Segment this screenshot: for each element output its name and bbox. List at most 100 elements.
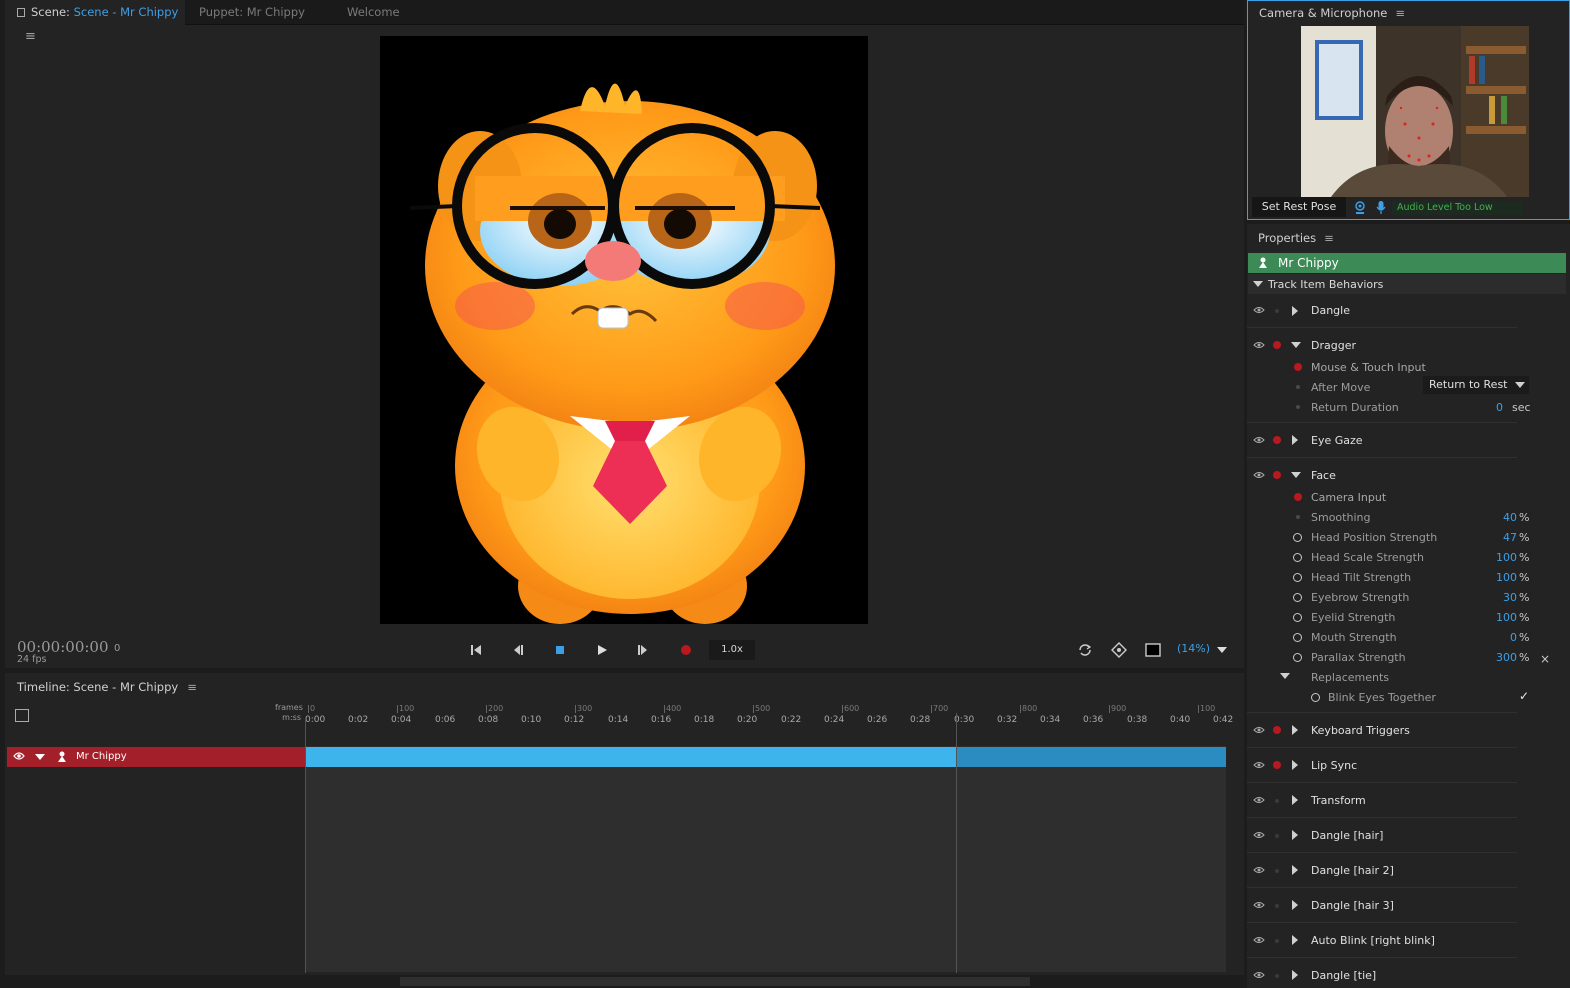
input-armed-icon[interactable] [1294,363,1302,371]
armed-record-icon[interactable] [1273,436,1281,444]
behavior-auto-blink[interactable]: Auto Blink [right blink] [1247,924,1517,958]
properties-menu-icon[interactable]: ≡ [1324,231,1334,245]
physics-icon[interactable] [1109,640,1129,660]
return-duration-value[interactable]: 0 [1473,401,1503,414]
param-value[interactable]: 47 [1487,531,1517,544]
arm-dot-icon[interactable] [1275,309,1279,313]
track-header[interactable]: Mr Chippy [7,747,305,767]
param-value[interactable]: 40 [1487,511,1517,524]
section-collapse-icon[interactable] [1253,281,1263,287]
step-back-icon[interactable] [508,640,528,660]
keyframe-ring-icon[interactable] [1293,593,1302,602]
behavior-dangle-hair[interactable]: Dangle [hair] [1247,819,1517,853]
play-icon[interactable] [592,640,612,660]
behavior-dangle-hair-3[interactable]: Dangle [hair 3] [1247,889,1517,923]
track-visibility-eye-icon[interactable] [13,751,25,764]
timeline-ruler[interactable]: 0 100 200 300 400 500 600 700 800 900 100 0:00 0:02 0… [305,703,1233,731]
frame-number[interactable]: 0 [114,643,120,654]
input-armed-icon[interactable] [1294,493,1302,501]
keyframe-ring-icon[interactable] [1293,653,1302,662]
visibility-eye-icon[interactable] [1253,306,1265,314]
keyframe-ring-icon[interactable] [1293,553,1302,562]
visibility-eye-icon[interactable] [1253,901,1265,909]
armed-record-icon[interactable] [1273,471,1281,479]
param-value[interactable]: 100 [1487,571,1517,584]
behavior-eye-gaze[interactable]: Eye Gaze [1247,424,1517,458]
visibility-eye-icon[interactable] [1253,726,1265,734]
behavior-keyboard-triggers[interactable]: Keyboard Triggers [1247,714,1517,748]
zoom-level[interactable]: (14%) [1177,642,1210,655]
puppet-character[interactable] [380,36,868,624]
keyframe-ring-icon[interactable] [1311,693,1320,702]
track-item-behaviors-header[interactable]: Track Item Behaviors [1248,274,1566,294]
close-icon[interactable]: × [1540,652,1550,666]
step-forward-icon[interactable] [633,640,653,660]
expand-chevron-icon[interactable] [1292,760,1298,770]
expand-chevron-icon[interactable] [1292,306,1298,316]
tab-welcome[interactable]: Welcome [335,0,420,25]
behavior-face[interactable]: Face Camera Input Smoothing 40 % Head Po… [1247,459,1529,713]
after-move-dropdown[interactable]: Return to Rest [1423,376,1529,394]
armed-record-icon[interactable] [1273,726,1281,734]
arm-dot-icon[interactable] [1275,939,1279,943]
keyframe-ring-icon[interactable] [1293,613,1302,622]
arm-dot-icon[interactable] [1275,974,1279,978]
param-value[interactable]: 30 [1487,591,1517,604]
webcam-toggle-icon[interactable] [1354,201,1366,218]
visibility-eye-icon[interactable] [1253,831,1265,839]
tab-menu-icon[interactable]: ≡ [25,25,36,49]
record-icon[interactable] [676,640,696,660]
camera-menu-icon[interactable]: ≡ [1395,6,1405,20]
expand-chevron-icon[interactable] [1292,435,1298,445]
lock-icon[interactable] [17,8,25,17]
keyframe-ring-icon[interactable] [1293,573,1302,582]
visibility-eye-icon[interactable] [1253,471,1265,479]
visibility-eye-icon[interactable] [1253,796,1265,804]
expand-chevron-icon[interactable] [1292,970,1298,980]
expand-chevron-icon[interactable] [1292,795,1298,805]
track-item-bar[interactable] [305,747,956,767]
timeline-menu-icon[interactable]: ≡ [187,680,197,694]
expand-chevron-icon[interactable] [1292,865,1298,875]
armed-record-icon[interactable] [1273,761,1281,769]
expand-chevron-icon[interactable] [1292,830,1298,840]
behavior-dangle-tie[interactable]: Dangle [tie] [1247,959,1517,988]
keyframe-ring-icon[interactable] [1293,533,1302,542]
param-value[interactable]: 300 [1487,651,1517,664]
visibility-eye-icon[interactable] [1253,436,1265,444]
expand-chevron-icon[interactable] [1292,935,1298,945]
visibility-eye-icon[interactable] [1253,341,1265,349]
visibility-eye-icon[interactable] [1253,971,1265,979]
stage-bounds-icon[interactable] [1143,640,1163,660]
scene-stage[interactable] [380,36,868,624]
param-value[interactable]: 100 [1487,611,1517,624]
playhead[interactable] [305,718,306,973]
timeline-scrollbar-thumb[interactable] [400,977,1030,986]
go-to-start-icon[interactable] [466,640,486,660]
track-expand-chevron-icon[interactable] [35,754,45,760]
playback-speed[interactable]: 1.0x [709,640,755,660]
tab-puppet[interactable]: Puppet: Mr Chippy [187,0,334,25]
keyframe-ring-icon[interactable] [1293,633,1302,642]
arm-dot-icon[interactable] [1275,869,1279,873]
param-value[interactable]: 0 [1487,631,1517,644]
expand-chevron-icon[interactable] [1292,900,1298,910]
visibility-eye-icon[interactable] [1253,761,1265,769]
microphone-toggle-icon[interactable] [1376,200,1386,218]
set-rest-pose-button[interactable]: Set Rest Pose [1252,197,1346,217]
replacements-collapse-icon[interactable] [1280,673,1290,679]
track-area[interactable] [305,746,1226,972]
armed-record-icon[interactable] [1273,341,1281,349]
tab-scene[interactable]: Scene: Scene - Mr Chippy≡ [5,0,185,44]
loop-icon[interactable] [1075,640,1095,660]
collapse-chevron-icon[interactable] [1291,342,1301,348]
visibility-eye-icon[interactable] [1253,866,1265,874]
blink-eyes-together-checkbox[interactable]: ✓ [1519,690,1532,703]
track-item-bar-outpoint[interactable] [956,747,1226,767]
arm-dot-icon[interactable] [1275,904,1279,908]
behavior-dangle-hair-2[interactable]: Dangle [hair 2] [1247,854,1517,888]
behavior-dangle[interactable]: Dangle [1247,294,1517,328]
arm-dot-icon[interactable] [1275,799,1279,803]
behavior-lip-sync[interactable]: Lip Sync [1247,749,1517,783]
stop-icon[interactable] [550,640,570,660]
